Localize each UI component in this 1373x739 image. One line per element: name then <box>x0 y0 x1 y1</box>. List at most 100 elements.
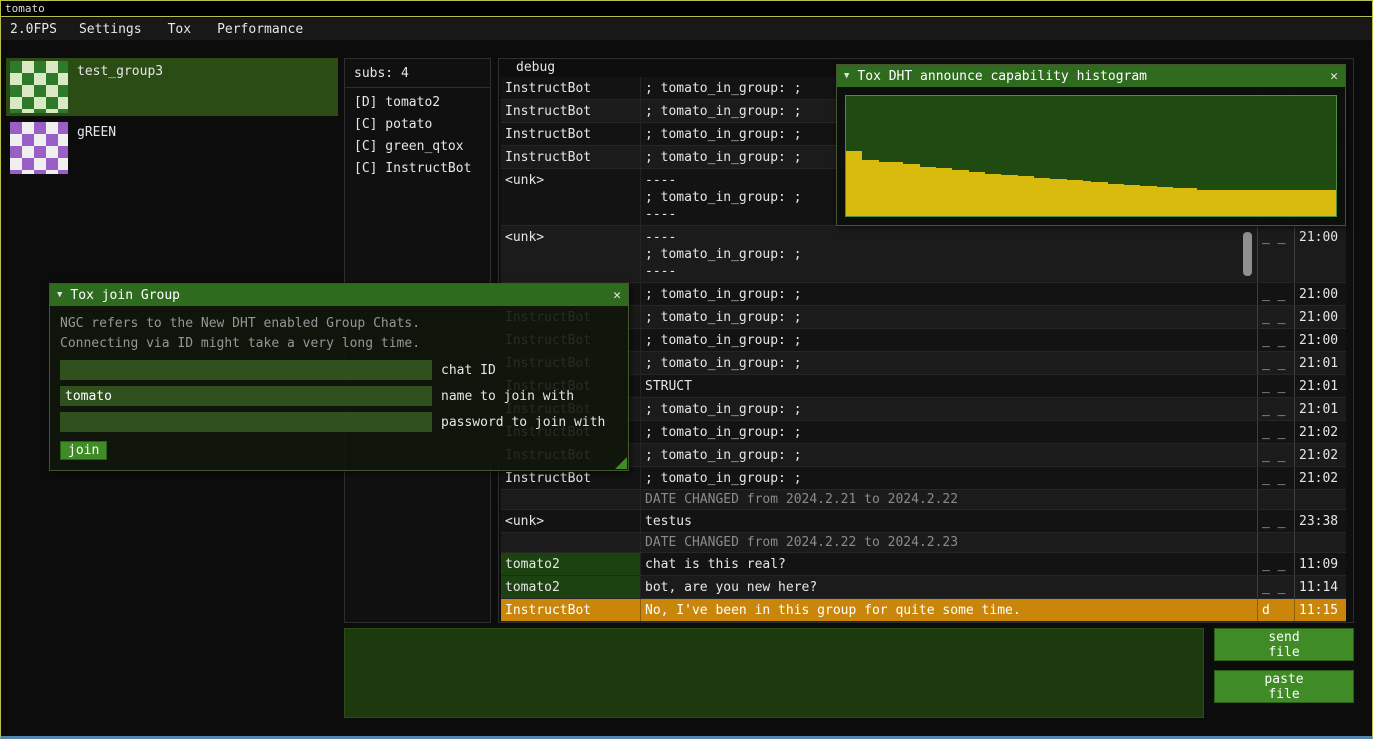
chat-message-row[interactable]: tomato2chat is this real?_ _11:09 <box>501 553 1346 576</box>
histogram-bar <box>1246 190 1254 216</box>
sender-name <box>501 533 641 552</box>
histogram-bar <box>1116 184 1124 216</box>
join-fields: chat ID name to join with password to join… <box>60 360 618 432</box>
histogram-bar <box>1165 187 1173 216</box>
sender-name: InstructBot <box>501 146 641 168</box>
histogram-bar <box>1271 190 1279 216</box>
group-list: test_group3 gREEN <box>6 58 338 180</box>
join-group-window: ▼ Tox join Group ✕ NGC refers to the New… <box>49 283 629 471</box>
join-button[interactable]: join <box>60 441 107 460</box>
histogram-bar <box>1058 179 1066 216</box>
message-flags: _ _ <box>1258 576 1295 598</box>
collapse-arrow-icon[interactable]: ▼ <box>844 71 849 81</box>
message-time: 21:02 <box>1295 421 1346 443</box>
group-name: gREEN <box>77 125 116 174</box>
histogram-bar <box>1328 190 1336 216</box>
message-flags: _ _ <box>1258 421 1295 443</box>
collapse-arrow-icon[interactable]: ▼ <box>57 290 62 300</box>
message-flags: _ _ <box>1258 329 1295 351</box>
subs-list-item[interactable]: [D] tomato2 <box>345 92 490 114</box>
message-flags: _ _ <box>1258 444 1295 466</box>
message-text: No, I've been in this group for quite so… <box>641 599 1258 621</box>
join-password-label: password to join with <box>441 415 605 430</box>
histogram-bar <box>1034 178 1042 216</box>
join-window-title: Tox join Group <box>70 288 180 303</box>
system-message-row[interactable]: DATE CHANGED from 2024.2.21 to 2024.2.22 <box>501 490 1346 510</box>
join-info-text: NGC refers to the New DHT enabled Group … <box>60 314 618 354</box>
message-flags: _ _ <box>1258 553 1295 575</box>
sender-name: InstructBot <box>501 599 641 621</box>
message-time: 21:02 <box>1295 467 1346 489</box>
message-flags: _ _ <box>1258 467 1295 489</box>
histogram-bar <box>1181 188 1189 216</box>
message-time: 11:14 <box>1295 576 1346 598</box>
chat-scrollbar[interactable] <box>1243 232 1252 276</box>
message-time: 11:09 <box>1295 553 1346 575</box>
subs-list-item[interactable]: [C] green_qtox <box>345 136 490 158</box>
histogram-bar <box>1009 175 1017 216</box>
message-time <box>1295 533 1346 552</box>
chat-message-row[interactable]: <unk>testus_ _23:38 <box>501 510 1346 533</box>
histogram-bar <box>854 151 862 216</box>
chat-id-label: chat ID <box>441 363 496 378</box>
message-text: ; tomato_in_group: ; <box>641 329 1258 351</box>
chat-id-input[interactable] <box>60 360 432 380</box>
close-icon[interactable]: ✕ <box>613 288 621 303</box>
join-name-input[interactable] <box>60 386 432 406</box>
chat-message-row[interactable]: tomato2bot, are you new here?_ _11:14 <box>501 576 1346 599</box>
histogram-bar <box>903 164 911 216</box>
message-text: STRUCT <box>641 375 1258 397</box>
histogram-bar <box>871 160 879 216</box>
resize-grip[interactable] <box>615 457 627 469</box>
message-time: 23:38 <box>1295 510 1346 532</box>
histogram-bar <box>1148 186 1156 216</box>
message-text: ; tomato_in_group: ; <box>641 444 1258 466</box>
join-window-titlebar[interactable]: ▼ Tox join Group ✕ <box>50 284 628 306</box>
menu-performance[interactable]: Performance <box>204 18 316 41</box>
message-flags: _ _ <box>1258 226 1295 282</box>
app-window: tomato 2.0FPSSettingsToxPerformance test… <box>0 0 1373 739</box>
join-field-row: name to join with <box>60 386 618 406</box>
histogram-bar <box>1132 185 1140 216</box>
message-flags <box>1258 533 1295 552</box>
message-text: chat is this real? <box>641 553 1258 575</box>
subs-list-item[interactable]: [C] potato <box>345 114 490 136</box>
histogram-bar <box>1108 184 1116 216</box>
histogram-window-titlebar[interactable]: ▼ Tox DHT announce capability histogram … <box>837 65 1345 87</box>
menu-settings[interactable]: Settings <box>66 18 155 41</box>
histogram-bar <box>1295 190 1303 216</box>
histogram-bar <box>1173 188 1181 216</box>
message-input[interactable] <box>344 628 1204 718</box>
message-flags: _ _ <box>1258 510 1295 532</box>
message-flags: _ _ <box>1258 375 1295 397</box>
subs-list-item[interactable]: [C] InstructBot <box>345 158 490 180</box>
histogram-bar <box>1157 187 1165 216</box>
message-flags <box>1258 490 1295 509</box>
system-message-row[interactable]: DATE CHANGED from 2024.2.22 to 2024.2.23 <box>501 533 1346 553</box>
sender-name <box>501 490 641 509</box>
window-titlebar[interactable]: tomato <box>1 1 1372 17</box>
chat-message-row[interactable]: <unk>----; tomato_in_group: ;----_ _21:0… <box>501 226 1346 283</box>
histogram-bar <box>944 168 952 216</box>
close-icon[interactable]: ✕ <box>1330 69 1338 84</box>
message-text: DATE CHANGED from 2024.2.22 to 2024.2.23 <box>641 533 1258 552</box>
group-item-gREEN[interactable]: gREEN <box>6 119 338 177</box>
send-file-button[interactable]: send file <box>1214 628 1354 661</box>
join-name-label: name to join with <box>441 389 574 404</box>
histogram-bar <box>879 162 887 216</box>
message-flags: _ _ <box>1258 283 1295 305</box>
histogram-bar <box>977 172 985 216</box>
message-text: testus <box>641 510 1258 532</box>
chat-message-row[interactable]: InstructBotNo, I've been in this group f… <box>501 599 1346 622</box>
histogram-bar <box>1140 186 1148 216</box>
histogram-bar <box>1279 190 1287 216</box>
group-avatar <box>10 122 68 174</box>
paste-file-button[interactable]: paste file <box>1214 670 1354 703</box>
menu-tox[interactable]: Tox <box>155 18 204 41</box>
group-item-test_group3[interactable]: test_group3 <box>6 58 338 116</box>
histogram-bar <box>1238 190 1246 216</box>
histogram-bar <box>1091 182 1099 216</box>
dht-capability-histogram <box>845 95 1337 217</box>
join-password-input[interactable] <box>60 412 432 432</box>
histogram-bar <box>1083 181 1091 216</box>
